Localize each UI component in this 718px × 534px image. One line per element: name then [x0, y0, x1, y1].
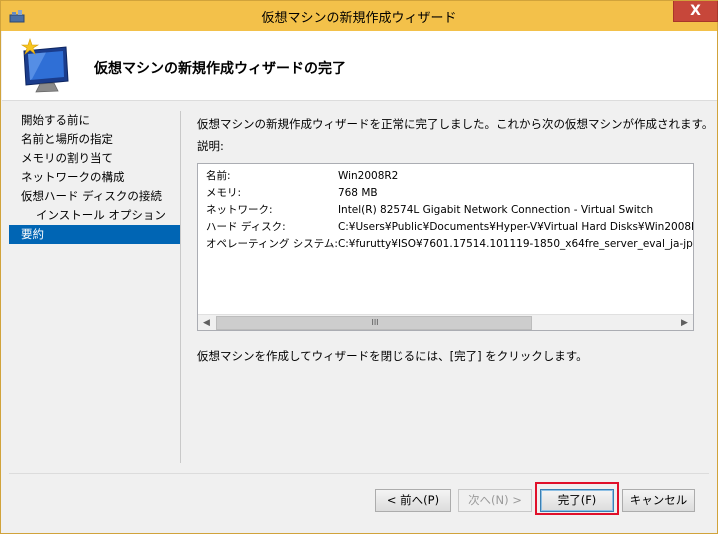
- nav-item-name-location[interactable]: 名前と場所の指定: [9, 130, 181, 149]
- nav-item-before-you-begin[interactable]: 開始する前に: [9, 111, 181, 130]
- horizontal-scrollbar[interactable]: ◀ III ▶: [198, 314, 693, 330]
- cancel-button[interactable]: キャンセル: [622, 489, 695, 512]
- wizard-steps-nav: 開始する前に 名前と場所の指定 メモリの割り当て ネットワークの構成 仮想ハード…: [9, 111, 181, 461]
- previous-button[interactable]: < 前へ(P): [375, 489, 451, 512]
- description-label: 説明:: [197, 139, 224, 153]
- nav-divider: [180, 111, 181, 463]
- summary-row: ハード ディスク: C:¥Users¥Public¥Documents¥Hype…: [206, 218, 693, 235]
- finish-instruction: 仮想マシンを作成してウィザードを閉じるには、[完了] をクリックします。: [197, 349, 588, 363]
- nav-item-install-options[interactable]: インストール オプション: [9, 206, 181, 225]
- summary-key: 名前:: [206, 170, 231, 182]
- summary-key: ハード ディスク:: [206, 221, 286, 233]
- wizard-window: 仮想マシンの新規作成ウィザード X 仮想マシンの新規作成ウィザードの完了 開始す…: [0, 0, 718, 534]
- scrollbar-thumb[interactable]: III: [216, 316, 532, 330]
- next-button[interactable]: 次へ(N) >: [458, 489, 532, 512]
- summary-value: Intel(R) 82574L Gigabit Network Connecti…: [337, 203, 654, 216]
- nav-item-memory[interactable]: メモリの割り当て: [9, 149, 181, 168]
- close-button[interactable]: X: [673, 1, 718, 22]
- finish-button-highlight: [535, 482, 619, 515]
- summary-row: 名前: Win2008R2: [206, 167, 693, 184]
- completion-message: 仮想マシンの新規作成ウィザードを正常に完了しました。これから次の仮想マシンが作成…: [197, 117, 714, 131]
- scroll-left-arrow-icon[interactable]: ◀: [198, 315, 215, 330]
- summary-value: C:¥furutty¥ISO¥7601.17514.101119-1850_x6…: [337, 237, 694, 250]
- nav-item-network[interactable]: ネットワークの構成: [9, 168, 181, 187]
- summary-table: 名前: Win2008R2 メモリ: 768 MB ネットワーク: Intel(…: [206, 167, 694, 252]
- summary-row: オペレーティング システム: C:¥furutty¥ISO¥7601.17514…: [206, 235, 694, 252]
- page-title: 仮想マシンの新規作成ウィザードの完了: [94, 61, 346, 77]
- summary-row: メモリ: 768 MB: [206, 184, 693, 201]
- summary-key: メモリ:: [206, 187, 242, 199]
- summary-value: 768 MB: [337, 186, 378, 199]
- summary-list[interactable]: 名前: Win2008R2 メモリ: 768 MB ネットワーク: Intel(…: [197, 163, 694, 331]
- scrollbar-grip: III: [371, 318, 379, 327]
- wizard-header: 仮想マシンの新規作成ウィザードの完了: [2, 31, 717, 101]
- footer-divider: [9, 473, 709, 474]
- summary-value: Win2008R2: [337, 169, 399, 182]
- summary-key: オペレーティング システム:: [206, 238, 338, 250]
- nav-item-virtual-hard-disk[interactable]: 仮想ハード ディスクの接続: [9, 187, 181, 206]
- window-title: 仮想マシンの新規作成ウィザード: [261, 11, 457, 26]
- nav-item-summary[interactable]: 要約: [9, 225, 181, 244]
- summary-value: C:¥Users¥Public¥Documents¥Hyper-V¥Virtua…: [337, 220, 693, 233]
- new-vm-wizard-icon: [20, 38, 69, 93]
- title-bar[interactable]: 仮想マシンの新規作成ウィザード X: [1, 1, 718, 31]
- close-icon: X: [690, 3, 701, 19]
- summary-row: ネットワーク: Intel(R) 82574L Gigabit Network …: [206, 201, 693, 218]
- scroll-right-arrow-icon[interactable]: ▶: [676, 315, 693, 330]
- summary-key: ネットワーク:: [206, 204, 273, 216]
